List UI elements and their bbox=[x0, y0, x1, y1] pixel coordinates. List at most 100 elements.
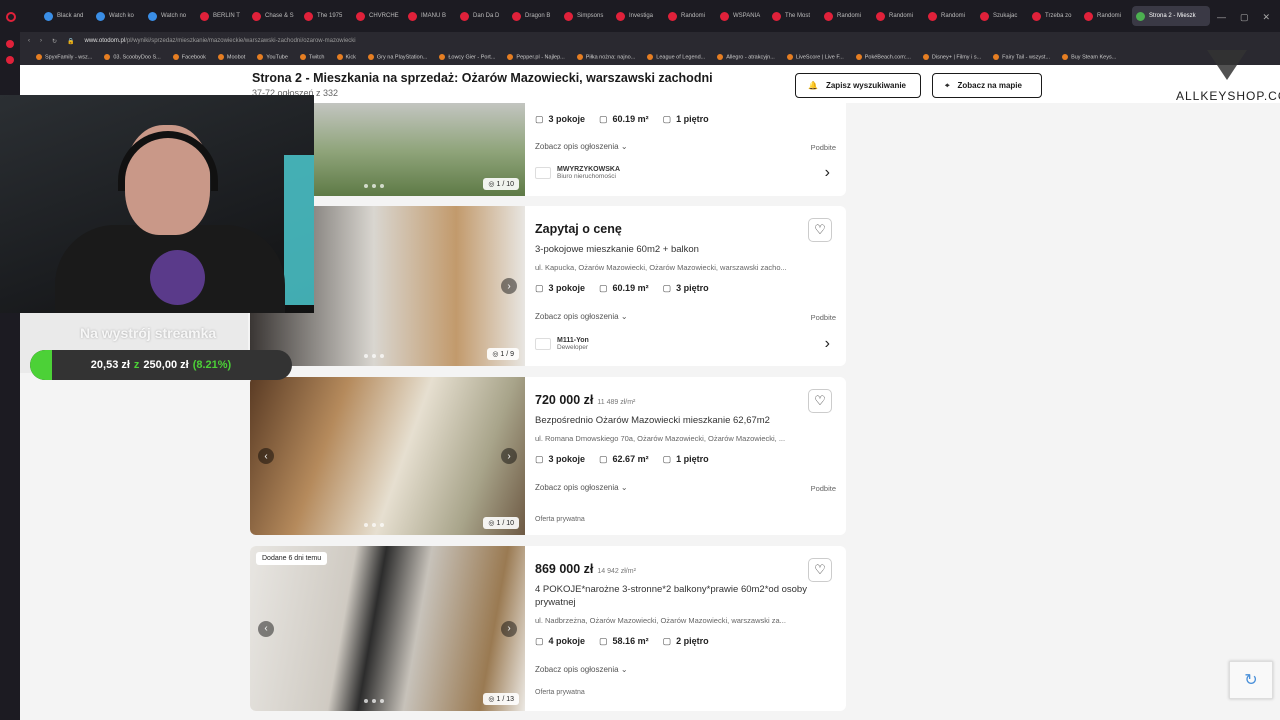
browser-tab[interactable]: Randomi bbox=[924, 6, 976, 26]
browser-tab[interactable]: IMANU B bbox=[404, 6, 456, 26]
bookmark-item[interactable]: Piłka nożna: najno... bbox=[577, 54, 636, 61]
next-photo-icon[interactable]: › bbox=[501, 620, 517, 637]
favorite-heart-icon[interactable]: ♡ bbox=[808, 218, 832, 242]
bookmark-item[interactable]: Gry na PlayStation... bbox=[368, 54, 427, 61]
browser-tab[interactable]: Randomi bbox=[1080, 6, 1132, 26]
tab-label: Randomi bbox=[1097, 13, 1122, 19]
browser-tab[interactable]: Trzeba zo bbox=[1028, 6, 1080, 26]
browser-tab[interactable]: Watch no bbox=[144, 6, 196, 26]
promoted-label: Podbite bbox=[810, 484, 836, 493]
bookmark-item[interactable]: Twitch bbox=[300, 54, 325, 61]
browser-tab[interactable]: The Most bbox=[768, 6, 820, 26]
browser-tab[interactable]: Simpsons bbox=[560, 6, 612, 26]
opera-logo-icon[interactable] bbox=[6, 12, 16, 22]
back-icon[interactable]: ‹ bbox=[28, 38, 30, 44]
price-per-m2: 11 489 zł/m² bbox=[597, 399, 636, 406]
listing-card[interactable]: ‹ › ◎ 1 / 10 720 000 zł 11 489 zł/m² ♡ Be… bbox=[250, 377, 846, 535]
browser-tab[interactable]: CHVRCHE bbox=[352, 6, 404, 26]
listing-title[interactable]: 3-pokojowe mieszkanie 60m2 + balkon bbox=[535, 243, 835, 256]
minimize-icon[interactable]: — bbox=[1217, 12, 1226, 23]
bookmark-item[interactable]: Pepper.pl - Najlep... bbox=[507, 54, 564, 61]
browser-tab[interactable]: The 1975 bbox=[300, 6, 352, 26]
browser-tab[interactable]: Black and bbox=[40, 6, 92, 26]
floor-feature: 2 piętro bbox=[663, 636, 709, 647]
url-text[interactable]: www.otodom.pl/pl/wyniki/sprzedaz/mieszka… bbox=[85, 38, 356, 44]
favorite-heart-icon[interactable]: ♡ bbox=[808, 389, 832, 413]
listing-card[interactable]: Dodane 6 dni temu ‹ › ◎ 1 / 13 869 000 z… bbox=[250, 546, 846, 711]
show-description-link[interactable]: Zobacz opis ogłoszenia ⌄ bbox=[535, 483, 628, 492]
tab-label: The Most bbox=[785, 13, 811, 19]
bookmark-item[interactable]: 03. ScoobyDoo S... bbox=[104, 54, 160, 61]
listing-body: 720 000 zł 11 489 zł/m² ♡ Bezpośrednio Oż… bbox=[535, 377, 836, 535]
bookmark-item[interactable]: YouTube bbox=[257, 54, 288, 61]
browser-tab[interactable]: Randomi bbox=[872, 6, 924, 26]
photo-count-label: 1 / 10 bbox=[496, 181, 514, 188]
bookmark-item[interactable]: PokéBeach.com:... bbox=[856, 54, 911, 61]
browser-tab[interactable]: WSPANIA bbox=[716, 6, 768, 26]
show-description-link[interactable]: Zobacz opis ogłoszenia ⌄ bbox=[535, 312, 628, 321]
browser-tab[interactable]: Randomi bbox=[820, 6, 872, 26]
donation-current: 20,53 zł bbox=[90, 359, 130, 371]
prev-photo-icon[interactable]: ‹ bbox=[258, 620, 274, 637]
listing-address: ul. Romana Dmowskiego 70a, Ożarów Mazowi… bbox=[535, 434, 786, 443]
show-map-label: Zobacz na mapie bbox=[957, 81, 1022, 90]
bookmark-item[interactable]: Moobot bbox=[218, 54, 245, 61]
maximize-icon[interactable]: ▢ bbox=[1240, 12, 1249, 23]
browser-tab[interactable]: Investiga bbox=[612, 6, 664, 26]
chevron-down-icon: ⌄ bbox=[620, 312, 628, 321]
chevron-right-icon[interactable]: › bbox=[825, 335, 830, 353]
browser-tab[interactable]: Dan Da D bbox=[456, 6, 508, 26]
area-feature: 60.19 m² bbox=[599, 114, 649, 125]
forward-icon[interactable]: › bbox=[40, 38, 42, 44]
browser-tab[interactable]: Randomi bbox=[664, 6, 716, 26]
bookmark-item[interactable]: Allegro - atrakcyjn... bbox=[717, 54, 775, 61]
browser-tab[interactable]: Szukajac bbox=[976, 6, 1028, 26]
reload-icon[interactable]: ↻ bbox=[52, 38, 57, 45]
bookmark-item[interactable]: Fairy Tail - wszyst... bbox=[993, 54, 1050, 61]
browser-tab[interactable]: Chase & S bbox=[248, 6, 300, 26]
close-icon[interactable]: ✕ bbox=[1262, 12, 1270, 23]
area-feature: 60.19 m² bbox=[599, 283, 649, 294]
favorite-heart-icon[interactable]: ♡ bbox=[808, 558, 832, 582]
sidebar-app-icon[interactable] bbox=[6, 56, 14, 64]
listing-features: 3 pokoje 60.19 m² 1 piętro bbox=[535, 114, 709, 125]
page-title: Strona 2 - Mieszkania na sprzedaż: Ożaró… bbox=[252, 71, 713, 85]
show-map-button[interactable]: ⌖ Zobacz na mapie bbox=[932, 73, 1042, 98]
bookmark-item[interactable]: LiveScore | Live F... bbox=[787, 54, 844, 61]
tab-label: Szukajac bbox=[993, 13, 1018, 19]
bookmark-item[interactable]: Łowcy Gier - Port... bbox=[439, 54, 495, 61]
next-photo-icon[interactable]: › bbox=[501, 278, 517, 294]
tab-favicon-icon bbox=[980, 11, 989, 21]
headphones-icon bbox=[118, 131, 218, 191]
show-description-link[interactable]: Zobacz opis ogłoszenia ⌄ bbox=[535, 665, 628, 674]
agency-logo bbox=[535, 167, 551, 179]
listing-card[interactable]: › ◎ 1 / 9 Zapytaj o cenę ♡ 3-pokojowe mi… bbox=[250, 206, 846, 366]
bookmark-item[interactable]: Disney+ | Filmy i s... bbox=[923, 54, 981, 61]
listing-photo[interactable]: Dodane 6 dni temu ‹ › ◎ 1 / 13 bbox=[250, 546, 525, 711]
browser-tab[interactable]: Watch ko bbox=[92, 6, 144, 26]
listing-title[interactable]: 4 POKOJE*narożne 3-stronne*2 balkony*pra… bbox=[535, 583, 835, 609]
bookmark-item[interactable]: Kick bbox=[337, 54, 356, 61]
agency-info[interactable]: M111-Yon Deweloper bbox=[535, 337, 589, 351]
donation-separator: z bbox=[133, 359, 140, 371]
show-description-link[interactable]: Zobacz opis ogłoszenia ⌄ bbox=[535, 142, 628, 151]
sidebar-app-icon[interactable] bbox=[6, 40, 14, 48]
agency-info[interactable]: MWYRZYKOWSKA Biuro nieruchomości bbox=[535, 166, 620, 180]
bookmark-item[interactable]: Buy Steam Keys... bbox=[1062, 54, 1116, 61]
bookmark-item[interactable]: League of Legend... bbox=[647, 54, 705, 61]
next-photo-icon[interactable]: › bbox=[501, 448, 517, 464]
bookmark-item[interactable]: SpyxFamily - wsz... bbox=[36, 54, 92, 61]
bookmark-item[interactable]: Facebook bbox=[173, 54, 206, 61]
prev-photo-icon[interactable]: ‹ bbox=[258, 448, 274, 464]
save-search-button[interactable]: 🔔 Zapisz wyszukiwanie bbox=[795, 73, 921, 98]
tab-favicon-icon bbox=[1032, 11, 1041, 21]
recaptcha-badge[interactable]: ↻ bbox=[1229, 661, 1273, 699]
listing-photo[interactable]: ‹ › ◎ 1 / 10 bbox=[250, 377, 525, 535]
listing-card[interactable]: ◎ 1 / 10 3 pokoje 60.19 m² 1 piętro Zoba… bbox=[250, 97, 846, 196]
browser-tab[interactable]: Dragon B bbox=[508, 6, 560, 26]
browser-tab[interactable]: BERLIN T bbox=[196, 6, 248, 26]
listing-title[interactable]: Bezpośrednio Ożarów Mazowiecki mieszkani… bbox=[535, 414, 835, 427]
chevron-right-icon[interactable]: › bbox=[825, 164, 830, 182]
address-bar[interactable]: ‹ › ↻ 🔒 www.otodom.pl/pl/wyniki/sprzedaz… bbox=[20, 32, 1280, 50]
tab-active[interactable]: Strona 2 - Mieszk bbox=[1132, 6, 1210, 26]
